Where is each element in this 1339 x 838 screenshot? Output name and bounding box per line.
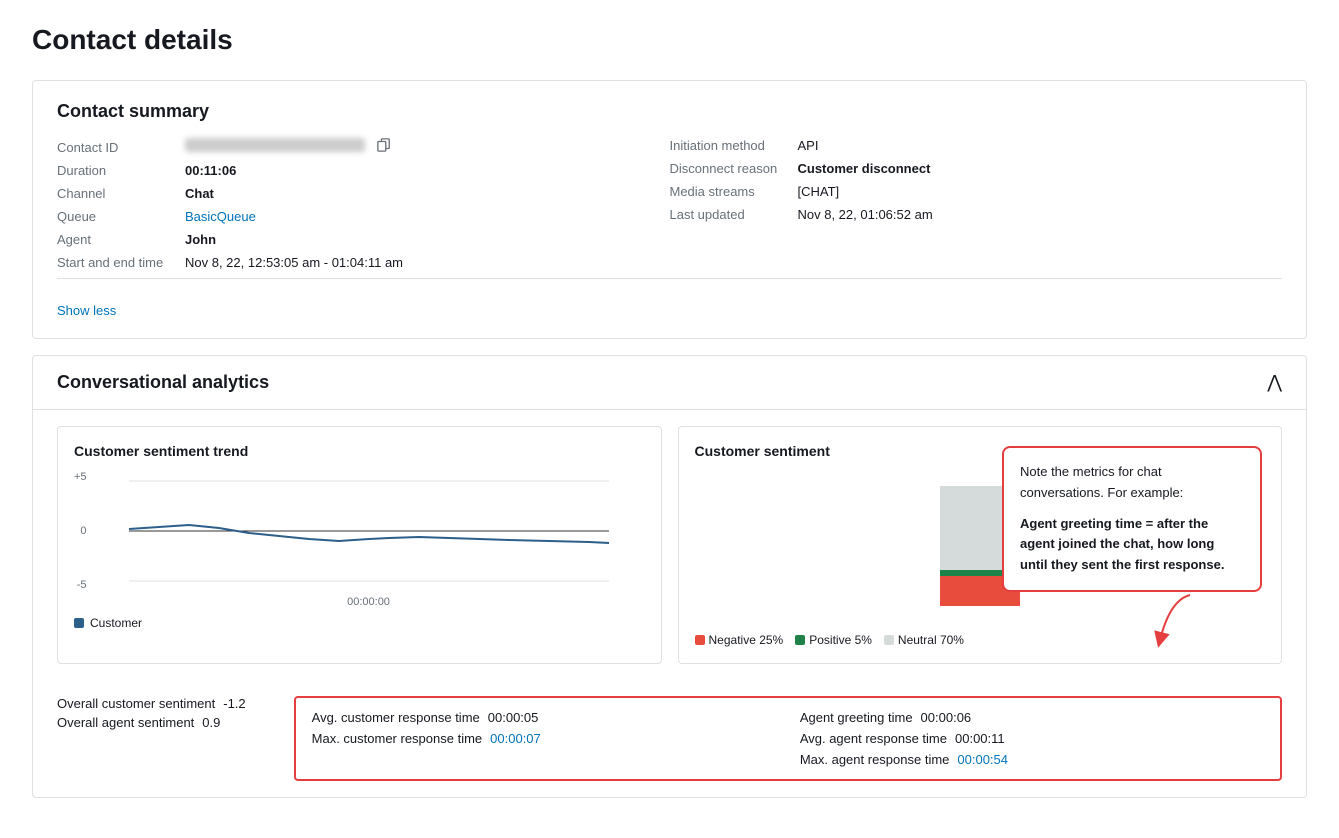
value-updated: Nov 8, 22, 01:06:52 am <box>798 207 933 222</box>
sentiment-legend: Customer <box>74 616 645 630</box>
label-duration: Duration <box>57 163 177 178</box>
page-title: Contact details <box>32 24 1307 56</box>
max-agent-response-label: Max. agent response time <box>800 752 950 767</box>
legend-text-positive: Positive 5% <box>809 633 872 647</box>
label-updated: Last updated <box>670 207 790 222</box>
avg-agent-response-row: Avg. agent response time 00:00:11 <box>800 731 1264 746</box>
summary-row-agent: Agent John <box>57 232 670 247</box>
summary-row-contact-id: Contact ID <box>57 138 670 155</box>
max-agent-response-row: Max. agent response time 00:00:54 <box>800 752 1264 767</box>
overall-customer-label: Overall customer sentiment <box>57 696 215 711</box>
label-disconnect: Disconnect reason <box>670 161 790 176</box>
metrics-overall: Overall customer sentiment -1.2 Overall … <box>57 696 270 730</box>
overall-agent-value: 0.9 <box>202 715 220 730</box>
legend-negative: Negative 25% <box>695 633 784 647</box>
summary-col-right: Initiation method API Disconnect reason … <box>670 138 1283 270</box>
analytics-header: Conversational analytics ⋀ <box>33 356 1306 410</box>
value-media: [CHAT] <box>798 184 840 199</box>
metrics-timed-col-right: Agent greeting time 00:00:06 Avg. agent … <box>800 710 1264 767</box>
label-contact-id: Contact ID <box>57 140 177 155</box>
value-agent: John <box>185 232 216 247</box>
overall-customer-row: Overall customer sentiment -1.2 <box>57 696 246 711</box>
legend-neutral: Neutral 70% <box>884 633 964 647</box>
avg-customer-response-value: 00:00:05 <box>488 710 539 725</box>
label-channel: Channel <box>57 186 177 201</box>
value-disconnect: Customer disconnect <box>798 161 931 176</box>
agent-greeting-row: Agent greeting time 00:00:06 <box>800 710 1264 725</box>
value-duration: 00:11:06 <box>185 163 236 178</box>
max-customer-response-row: Max. customer response time 00:00:07 <box>312 731 776 746</box>
summary-row-updated: Last updated Nov 8, 22, 01:06:52 am <box>670 207 1283 222</box>
summary-grid: Contact ID Duration 00:11:06 Channel Cha… <box>57 138 1282 270</box>
annotation-text-2: Agent greeting time = after the agent jo… <box>1020 514 1244 576</box>
annotation-arrow <box>1140 590 1200 650</box>
avg-customer-response-row: Avg. customer response time 00:00:05 <box>312 710 776 725</box>
avg-agent-response-label: Avg. agent response time <box>800 731 947 746</box>
sentiment-trend-title: Customer sentiment trend <box>74 443 645 459</box>
legend-dot-customer <box>74 618 84 628</box>
legend-sq-negative <box>695 635 705 645</box>
contact-summary-card: Contact summary Contact ID Duration 00:1… <box>32 80 1307 339</box>
sentiment-line-svg <box>93 471 645 591</box>
y-label-top: +5 <box>74 471 87 483</box>
label-queue: Queue <box>57 209 177 224</box>
label-media: Media streams <box>670 184 790 199</box>
avg-customer-response-label: Avg. customer response time <box>312 710 480 725</box>
conversational-analytics-section: Conversational analytics ⋀ Customer sent… <box>32 355 1307 798</box>
value-channel: Chat <box>185 186 214 201</box>
summary-row-time: Start and end time Nov 8, 22, 12:53:05 a… <box>57 255 670 270</box>
annotation-box: Note the metrics for chat conversations.… <box>1002 446 1262 592</box>
max-customer-response-value[interactable]: 00:00:07 <box>490 731 541 746</box>
summary-row-disconnect: Disconnect reason Customer disconnect <box>670 161 1283 176</box>
agent-greeting-label: Agent greeting time <box>800 710 913 725</box>
y-label-mid: 0 <box>74 525 87 537</box>
overall-agent-label: Overall agent sentiment <box>57 715 194 730</box>
contact-id-value <box>185 138 365 152</box>
value-time: Nov 8, 22, 12:53:05 am - 01:04:11 am <box>185 255 403 270</box>
copy-icon[interactable] <box>377 138 391 155</box>
label-time: Start and end time <box>57 255 177 270</box>
max-customer-response-label: Max. customer response time <box>312 731 483 746</box>
show-less-link[interactable]: Show less <box>57 303 116 318</box>
value-initiation: API <box>798 138 819 153</box>
legend-text-negative: Negative 25% <box>709 633 784 647</box>
divider <box>57 278 1282 279</box>
summary-row-queue: Queue BasicQueue <box>57 209 670 224</box>
y-label-bot: -5 <box>74 579 87 591</box>
value-queue[interactable]: BasicQueue <box>185 209 256 224</box>
analytics-body: Customer sentiment trend +5 0 -5 <box>33 410 1306 797</box>
summary-col-left: Contact ID Duration 00:11:06 Channel Cha… <box>57 138 670 270</box>
legend-text-neutral: Neutral 70% <box>898 633 964 647</box>
sentiment-trend-chart: Customer sentiment trend +5 0 -5 <box>57 426 662 664</box>
summary-row-initiation: Initiation method API <box>670 138 1283 153</box>
contact-summary-title: Contact summary <box>57 101 1282 122</box>
collapse-icon[interactable]: ⋀ <box>1267 372 1282 393</box>
summary-row-media: Media streams [CHAT] <box>670 184 1283 199</box>
label-initiation: Initiation method <box>670 138 790 153</box>
max-agent-response-value[interactable]: 00:00:54 <box>957 752 1008 767</box>
x-label: 00:00:00 <box>93 596 645 608</box>
legend-label-customer: Customer <box>90 616 142 630</box>
overall-agent-row: Overall agent sentiment 0.9 <box>57 715 246 730</box>
metrics-timed: Avg. customer response time 00:00:05 Max… <box>294 696 1282 781</box>
analytics-title: Conversational analytics <box>57 372 269 393</box>
summary-row-duration: Duration 00:11:06 <box>57 163 670 178</box>
legend-sq-positive <box>795 635 805 645</box>
avg-agent-response-value: 00:00:11 <box>955 731 1005 746</box>
annotation-text-1: Note the metrics for chat conversations.… <box>1020 462 1244 504</box>
label-agent: Agent <box>57 232 177 247</box>
charts-and-annotation: Customer sentiment trend +5 0 -5 <box>57 426 1282 664</box>
agent-greeting-value: 00:00:06 <box>921 710 972 725</box>
legend-sq-neutral <box>884 635 894 645</box>
summary-row-channel: Channel Chat <box>57 186 670 201</box>
metrics-timed-col-left: Avg. customer response time 00:00:05 Max… <box>312 710 776 767</box>
legend-positive: Positive 5% <box>795 633 872 647</box>
overall-customer-value: -1.2 <box>223 696 245 711</box>
